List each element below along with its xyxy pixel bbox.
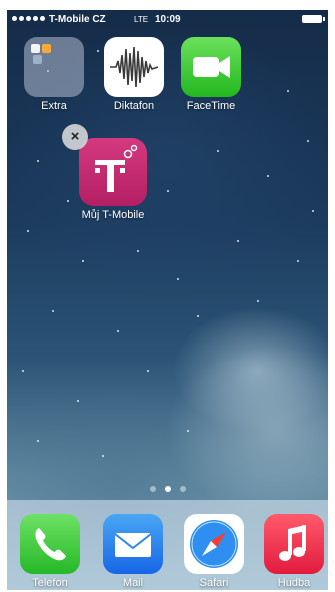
app-label: Můj T-Mobile [81,209,145,221]
app-diktafon[interactable]: Diktafon [99,37,169,112]
page-indicator[interactable] [7,486,328,492]
dock-app-telefon[interactable]: Telefon [15,514,85,589]
battery-icon [302,15,325,23]
status-bar: T-Mobile CZ LTE 10:09 [7,10,328,30]
carrier-name: T-Mobile CZ [49,14,106,25]
app-label: Safari [199,577,229,589]
page-dot-active [164,486,171,492]
home-screen: T-Mobile CZ LTE 10:09 Extra Diktafon Fac… [7,10,328,590]
app-label: Mail [122,577,144,589]
clock: 10:09 [155,14,181,25]
music-note-icon [264,514,324,574]
app-label: FaceTime [186,100,236,112]
app-facetime[interactable]: FaceTime [176,37,246,112]
app-label: Diktafon [113,100,155,112]
delete-app-button[interactable]: × [62,124,88,150]
dock-app-mail[interactable]: Mail [98,514,168,589]
dock-app-safari[interactable]: Safari [179,514,249,589]
page-dot [179,486,186,492]
folder-extra[interactable]: Extra [19,37,89,112]
mail-icon [103,514,163,574]
app-label: Extra [41,100,67,112]
safari-icon [184,514,244,574]
dock-app-hudba[interactable]: Hudba [259,514,328,589]
phone-icon [20,514,80,574]
folder-icon [24,37,84,97]
t-mobile-icon [79,138,147,206]
app-label: Hudba [277,577,311,589]
voice-memos-icon [104,37,164,97]
app-muj-t-mobile[interactable]: Můj T-Mobile [73,138,153,221]
facetime-icon [181,37,241,97]
network-type: LTE [134,15,149,24]
app-label: Telefon [32,577,68,589]
page-dot [149,486,156,492]
signal-strength-icon [12,16,45,21]
